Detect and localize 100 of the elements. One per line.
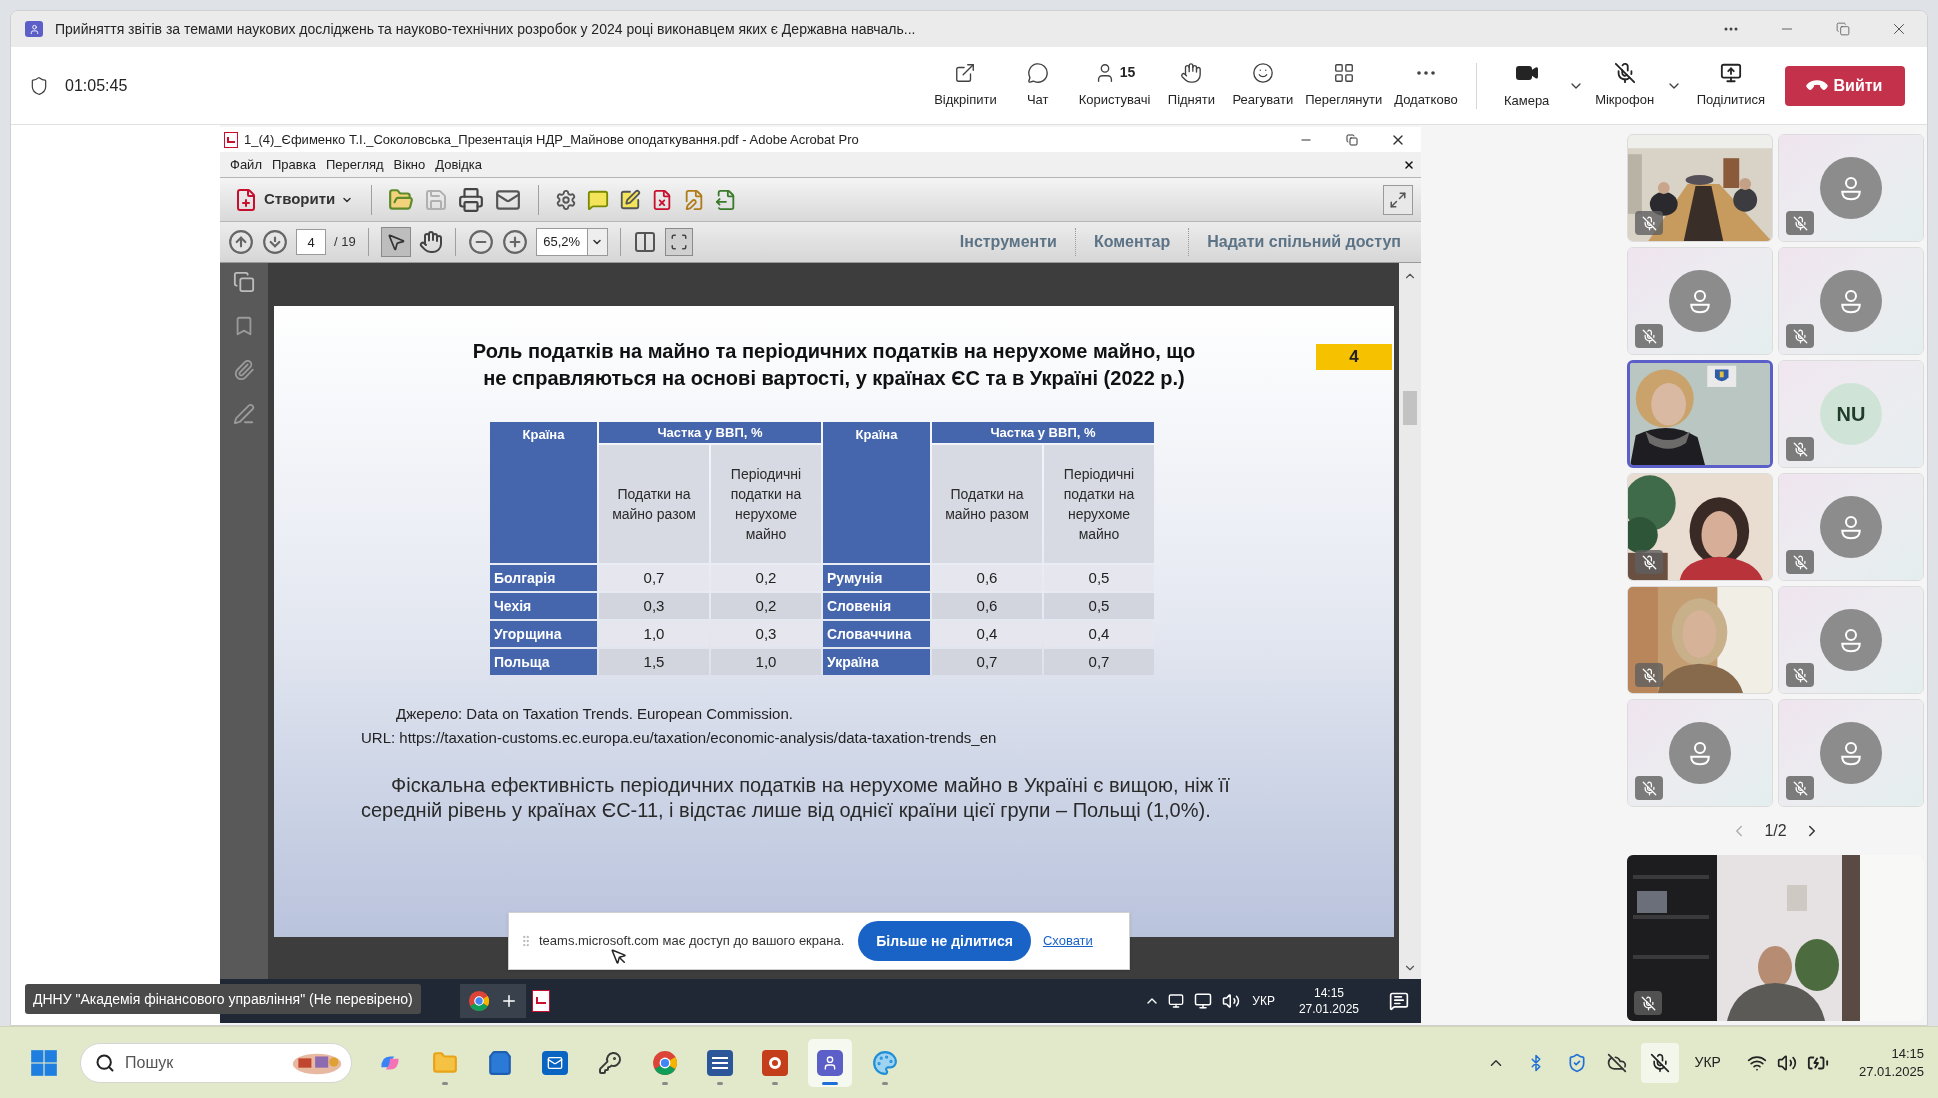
key-icon <box>598 1050 622 1075</box>
open-folder-icon[interactable] <box>388 186 415 213</box>
initials-avatar: NU <box>1820 383 1882 445</box>
restore-icon[interactable] <box>1836 22 1850 36</box>
zoom-field[interactable]: 65,2% <box>535 228 608 256</box>
cursor-icon <box>610 947 628 967</box>
microphone-button[interactable]: Мікрофон <box>1586 52 1663 119</box>
leave-button[interactable]: Вийти <box>1785 65 1905 106</box>
menu-item[interactable]: Довідка <box>431 154 486 175</box>
row-header: Чехія <box>490 593 597 619</box>
row-header: Польща <box>490 649 597 675</box>
arrow-down-icon[interactable] <box>262 229 288 255</box>
toolbar-button[interactable]: Додатково <box>1388 52 1464 119</box>
speaker-icon[interactable] <box>1776 1052 1797 1073</box>
menu-item[interactable]: Правка <box>267 154 320 175</box>
taskbar-app-button[interactable] <box>808 1038 852 1087</box>
select-tool-button[interactable] <box>380 227 411 257</box>
palette-icon <box>872 1049 898 1076</box>
participant-tile[interactable]: NU <box>1778 360 1924 468</box>
table-cell: 0,2 <box>711 593 821 619</box>
panel-tab[interactable]: Надати спільний доступ <box>1201 230 1407 254</box>
plus-icon[interactable] <box>500 992 518 1010</box>
popout-icon <box>954 61 977 84</box>
page-number-badge: 4 <box>1316 344 1392 370</box>
zoom-in-icon[interactable] <box>501 229 528 255</box>
grid-icon <box>1332 61 1355 84</box>
paperclip-icon[interactable] <box>233 359 255 381</box>
row-header: Словенія <box>823 593 930 619</box>
create-button[interactable]: Створити <box>232 182 356 217</box>
toolbar-button[interactable]: Підняти <box>1156 52 1227 119</box>
column-header: Періодичні податки на нерухоме майно <box>711 445 821 563</box>
mail-app-icon <box>542 1050 568 1075</box>
microphone-off-icon[interactable] <box>1649 1052 1670 1073</box>
fit-page-button[interactable] <box>664 228 693 256</box>
column-header: Країна <box>490 422 597 563</box>
column-header: Частка у ВВП, % <box>932 422 1154 443</box>
pdf-file-icon[interactable] <box>532 990 550 1012</box>
close-icon[interactable] <box>1403 158 1415 171</box>
menu-item[interactable]: Перегляд <box>321 154 388 175</box>
source-text: Джерело: Data on Taxation Trends. European Commission. <box>396 704 794 724</box>
cursor-icon <box>385 232 406 252</box>
table-cell: 0,3 <box>599 593 709 619</box>
display-icon[interactable] <box>1168 993 1185 1009</box>
microphone-off-icon <box>1613 61 1636 84</box>
restore-icon[interactable] <box>1346 133 1358 146</box>
camera-button[interactable]: Камера <box>1488 52 1565 119</box>
notification-icon[interactable] <box>1389 991 1409 1011</box>
folder-icon <box>432 1049 458 1076</box>
summary-paragraph: Фіскальна ефективність періодичних податків на нерухоме майно в Україні є вищою, ніж її середній рівень у країнах ЄС-11, і відстає лише від однієї країни цієї групи – Польщі (1,0%). <box>361 773 1231 823</box>
clock-button[interactable]: 14:15 27.01.2025 <box>1858 1044 1924 1081</box>
column-header: Країна <box>823 422 930 563</box>
page-number-field[interactable]: 4 <box>296 229 326 255</box>
toolbar-button[interactable]: Чат <box>1002 52 1073 119</box>
toolbar-button[interactable]: Переглянути <box>1299 52 1389 119</box>
settings-icon[interactable] <box>555 188 578 211</box>
notice-text: teams.microsoft.com має доступ до вашого екрана. <box>539 932 845 951</box>
slide-title: Роль податків на майно та періодичних податків на нерухоме майно, що не справляються на основі вартості, у країнах ЄС та в Україні (2022 р.) <box>471 339 1197 391</box>
more-icon[interactable] <box>1724 27 1738 31</box>
language-indicator[interactable]: УКР <box>1694 1052 1721 1073</box>
pages-icon[interactable] <box>233 271 255 293</box>
row-header: Словаччина <box>823 621 930 647</box>
toolbar-button[interactable]: 15 Користувачі <box>1072 52 1157 119</box>
browser-icon[interactable] <box>468 990 490 1012</box>
table-cell: 0,6 <box>932 593 1042 619</box>
search-field[interactable]: Пошук <box>80 1042 352 1083</box>
printer-icon[interactable] <box>458 186 485 213</box>
fit-width-icon[interactable] <box>632 230 657 254</box>
hand-icon[interactable] <box>418 230 443 254</box>
scrollbar-thumb[interactable] <box>1403 391 1417 425</box>
toolbar-button[interactable]: Відкріпити <box>928 52 1003 119</box>
menu-item[interactable]: Файл <box>226 154 266 175</box>
signature-icon[interactable] <box>233 403 255 425</box>
hide-link[interactable]: Сховати <box>1042 931 1093 951</box>
team-app-icon <box>25 21 43 37</box>
panel-tab[interactable]: Коментар <box>1087 230 1177 254</box>
toolbar-button[interactable]: Реагувати <box>1226 52 1300 119</box>
frame-icon <box>669 233 688 251</box>
network-icon[interactable] <box>1194 992 1213 1010</box>
comment-icon[interactable] <box>587 188 610 211</box>
language-indicator[interactable]: УКР <box>1252 992 1275 1010</box>
expand-button[interactable] <box>1383 184 1413 215</box>
menu-item[interactable]: Вікно <box>389 154 430 175</box>
panel-tab[interactable]: Інструменти <box>953 230 1063 254</box>
start-icon[interactable] <box>30 1048 58 1077</box>
column-header: Періодичні податки на нерухоме майно <box>1044 445 1154 563</box>
speaker-icon[interactable] <box>1222 992 1241 1010</box>
search-input[interactable]: Пошук <box>125 1050 265 1075</box>
share-button[interactable]: Поділитися <box>1690 52 1771 119</box>
table-cell: 0,5 <box>1044 565 1154 591</box>
table-cell: 0,7 <box>932 649 1042 675</box>
cloud-off-icon[interactable] <box>1606 1052 1627 1073</box>
hand-icon <box>1180 61 1203 84</box>
note-pen-icon[interactable] <box>619 188 642 211</box>
zoom-out-icon[interactable] <box>467 229 494 255</box>
arrow-up-icon[interactable] <box>228 229 254 255</box>
expand-icon <box>1389 190 1407 209</box>
document-app-icon <box>707 1049 733 1076</box>
table-cell: 1,0 <box>711 649 821 675</box>
stop-sharing-button[interactable]: Більше не ділитися <box>858 921 1031 961</box>
store-icon <box>487 1049 513 1076</box>
